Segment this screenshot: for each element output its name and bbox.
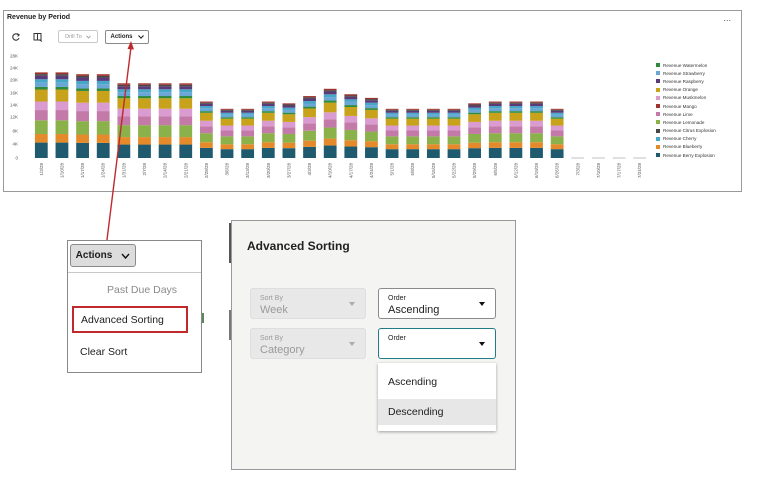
chevron-down-icon [121, 253, 130, 259]
caret-down-icon [479, 302, 485, 306]
order-value: Ascending [388, 304, 440, 316]
order-select-2[interactable]: Order [378, 328, 496, 359]
sort-by-value: Category [260, 344, 305, 356]
order-option-descending[interactable]: Descending [378, 399, 496, 425]
menu-item-advanced-sorting[interactable]: Advanced Sorting [72, 306, 188, 333]
caret-down-icon [349, 302, 355, 306]
caret-down-icon [349, 342, 355, 346]
dialog-title: Advanced Sorting [247, 239, 350, 253]
sort-by-select-2[interactable]: Sort By Category [250, 328, 366, 359]
callout-arrow-head [127, 41, 134, 50]
order-label: Order [388, 335, 406, 342]
menu-edge-mark [202, 313, 204, 323]
sort-by-select-1[interactable]: Sort By Week [250, 288, 366, 319]
actions-menu-button-label: Actions [75, 250, 113, 261]
caret-down-icon [479, 342, 485, 346]
menu-divider [68, 272, 201, 273]
advanced-sorting-dialog: Advanced Sorting Sort By Week Order Asce… [231, 220, 516, 470]
sort-by-label: Sort By [260, 295, 283, 302]
menu-item-advanced-sorting-label: Advanced Sorting [81, 313, 164, 326]
menu-item-past-due-days[interactable]: Past Due Days [107, 284, 177, 296]
order-option-ascending[interactable]: Ascending [378, 369, 496, 395]
order-select-1[interactable]: Order Ascending [378, 288, 496, 319]
sort-by-value: Week [260, 304, 288, 316]
sort-by-label: Sort By [260, 335, 283, 342]
actions-menu: Actions Past Due Days Advanced Sorting C… [67, 240, 204, 373]
actions-menu-button[interactable]: Actions [70, 244, 136, 267]
menu-item-clear-sort[interactable]: Clear Sort [80, 346, 127, 358]
order-label: Order [388, 295, 406, 302]
order-dropdown-list: Ascending Descending [378, 363, 496, 431]
